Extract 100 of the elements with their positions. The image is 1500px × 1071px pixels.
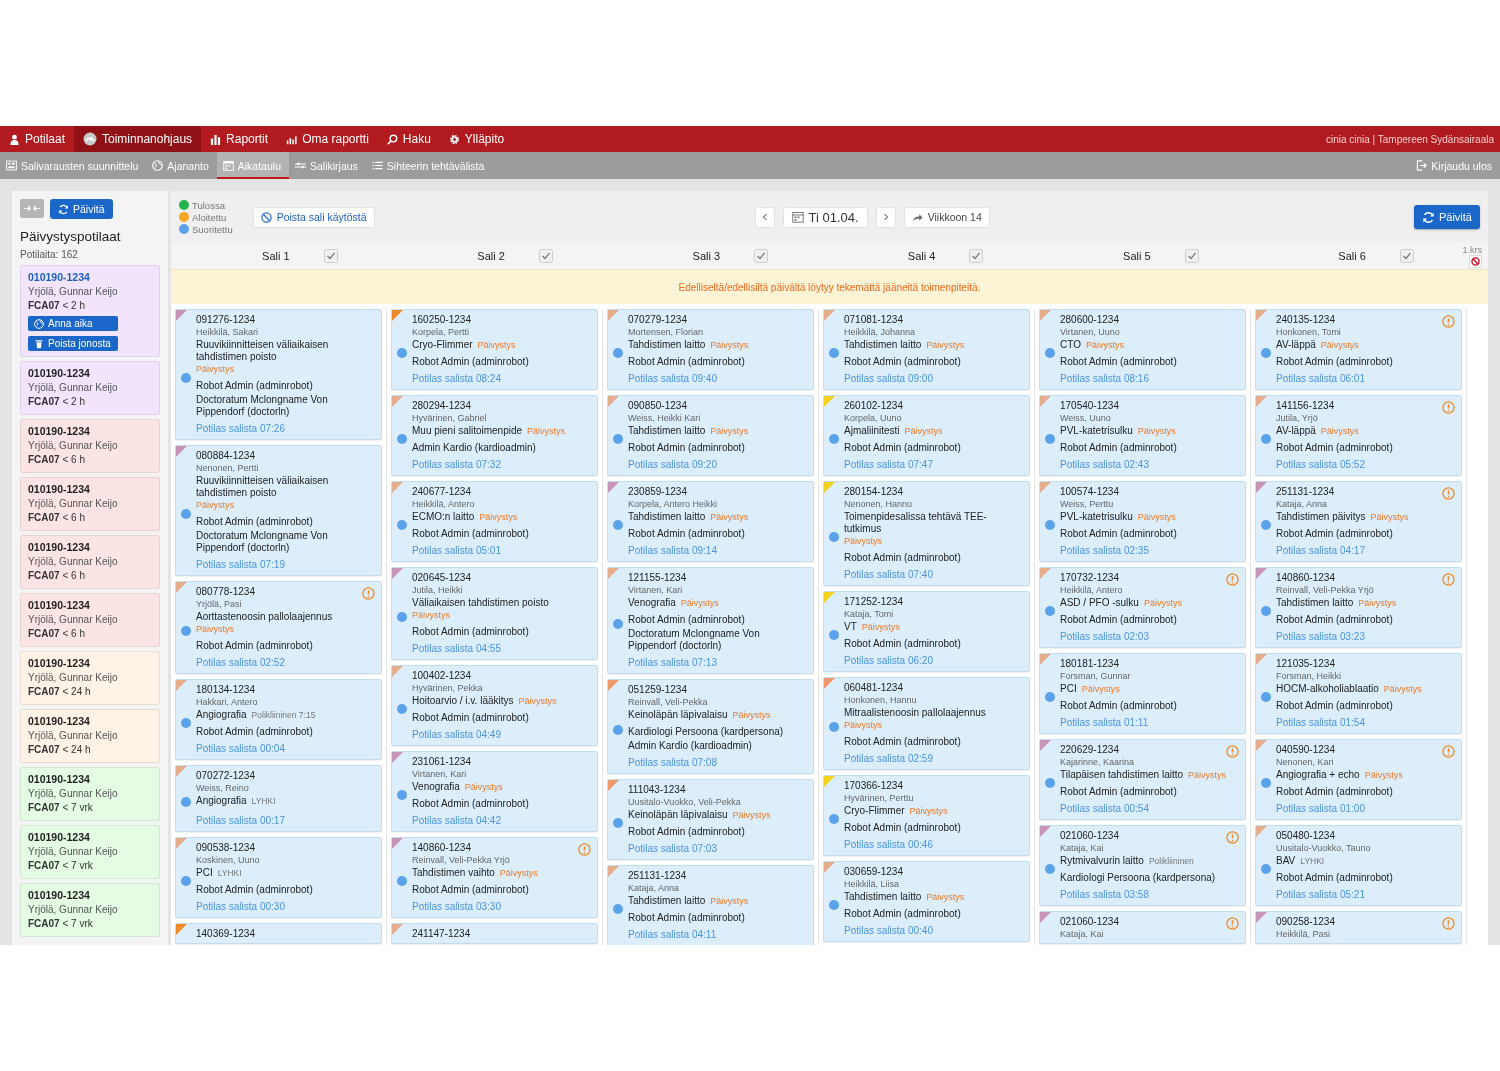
procedure-card[interactable]: 170732-1234 Heikkilä, Antero ASD / PFO -sulku Päivystys Robot Admin (adminrobot) Potilas salista 02:03 bbox=[1039, 567, 1246, 648]
procedure-card[interactable]: 251131-1234 Kataja, Anna Tahdistimen päivitys Päivystys Robot Admin (adminrobot) Potilas salista 04:17 bbox=[1255, 481, 1462, 562]
queue-patient-card[interactable]: 010190-1234 Yrjölä, Gunnar Keijo FCA07 < 24 h bbox=[20, 651, 160, 705]
queue-patient-card[interactable]: 010190-1234 Yrjölä, Gunnar Keijo FCA07 < 7 vrk bbox=[20, 767, 160, 821]
procedure-card[interactable]: 090538-1234 Koskinen, Uuno PCI LYHKI Robot Admin (adminrobot) Potilas salista 00:30 bbox=[175, 837, 382, 918]
staff-name: Robot Admin (adminrobot) bbox=[1276, 700, 1393, 712]
procedure-card[interactable]: 171252-1234 Kataja, Tomi VT Päivystys Robot Admin (adminrobot) Potilas salista 06:20 bbox=[823, 591, 1030, 672]
procedure-card[interactable]: 070279-1234 Mortensen, Florian Tahdistimen laitto Päivystys Robot Admin (adminrobot) Potilas salista 09:40 bbox=[607, 309, 814, 390]
procedure-card[interactable]: 260102-1234 Korpela, Uuno Ajmaliinitesti Päivystys Robot Admin (adminrobot) Potilas salista 07:47 bbox=[823, 395, 1030, 476]
procedure-card[interactable]: 240135-1234 Honkonen, Tomi AV-läppä Päivystys Robot Admin (adminrobot) Potilas salista 06:01 bbox=[1255, 309, 1462, 390]
departure-time: Potilas salista 02:03 bbox=[1060, 630, 1149, 643]
procedure-name: VT bbox=[844, 621, 857, 633]
priority-label: Päivystys bbox=[1370, 511, 1409, 523]
procedure-card[interactable]: 180134-1234 Hakkari, Antero Angiografia Polikliininen 7:15 Robot Admin (adminrobot) Potilas salista 00:04 bbox=[175, 679, 382, 760]
staff-name: Robot Admin (adminrobot) bbox=[1276, 356, 1393, 368]
status-dot bbox=[1261, 606, 1271, 616]
procedure-card[interactable]: 021060-1234 Kataja, Kai Rytmivalvurin laitto Polikliininen Kardiologi Persoona (kardpersona) Potilas salista 03:58 bbox=[1039, 825, 1246, 906]
procedure-card[interactable]: 230859-1234 Korpela, Antero Heikki Tahdistimen laitto Päivystys Robot Admin (adminrobot) Potilas salista 09:14 bbox=[607, 481, 814, 562]
room-checkbox[interactable] bbox=[1399, 249, 1414, 263]
queue-patient-card[interactable]: 010190-1234 Yrjölä, Gunnar Keijo FCA07 < 2 h bbox=[20, 361, 160, 415]
room-checkbox[interactable] bbox=[538, 249, 553, 263]
disable-floor-button[interactable] bbox=[1469, 254, 1482, 268]
room-checkbox[interactable] bbox=[1184, 249, 1199, 263]
remove-from-queue-button[interactable]: Poista jonosta bbox=[28, 336, 118, 351]
staff-name: Kardiologi Persoona (kardpersona) bbox=[628, 726, 784, 738]
previous-day-button[interactable] bbox=[754, 206, 775, 228]
priority-label: Päivystys bbox=[196, 623, 234, 635]
procedure-card[interactable]: 170540-1234 Weiss, Uuno PVL-katetrisulku Päivystys Robot Admin (adminrobot) Potilas salista 02:43 bbox=[1039, 395, 1246, 476]
nav-tab[interactable]: Potilaat bbox=[0, 126, 75, 152]
procedure-card[interactable]: 020645-1234 Jutila, Heikki Väliaikaisen tahdistimen poisto Päivystys Robot Admin (adminrobot) Potilas salista 04:55 bbox=[391, 567, 598, 660]
next-day-button[interactable] bbox=[875, 206, 896, 228]
staff-name: Robot Admin (adminrobot) bbox=[844, 908, 961, 920]
procedure-card[interactable]: 170366-1234 Hyvärinen, Perttu Cryo-Flimmer Päivystys Robot Admin (adminrobot) Potilas salista 00:46 bbox=[823, 775, 1030, 856]
date-picker[interactable]: Ti 01.04. bbox=[782, 206, 868, 228]
departure-time: Potilas salista 00:54 bbox=[1060, 802, 1149, 815]
priority-label: Päivystys bbox=[710, 339, 749, 351]
staff-name: Robot Admin (adminrobot) bbox=[628, 826, 745, 838]
procedure-card[interactable]: 091276-1234 Heikkilä, Sakari Ruuvikiinnitteisen väliaikaisen tahdistimen poisto Päivystys Robot Admin (adminrobot) Doctoratum Mclongname Von Pippendorf (doctorln) Potilas salista 07:26 bbox=[175, 309, 382, 440]
procedure-card[interactable]: 231061-1234 Virtanen, Kari Venografia Päivystys Robot Admin (adminrobot) Potilas salista 04:42 bbox=[391, 751, 598, 832]
procedure-card[interactable]: 100402-1234 Hyvärinen, Pekka Hoitoarvio / i.v. lääkitys Päivystys Robot Admin (adminrobot) Potilas salista 04:49 bbox=[391, 665, 598, 746]
queue-patient-card[interactable]: 010190-1234 Yrjölä, Gunnar Keijo FCA07 < 6 h bbox=[20, 419, 160, 473]
disable-room-button[interactable]: Poista sali käytöstä bbox=[252, 206, 375, 228]
procedure-card[interactable]: 140369-1234 bbox=[175, 923, 382, 944]
week-view-button[interactable]: Viikkoon 14 bbox=[903, 206, 990, 228]
procedure-card[interactable]: 021060-1234 Kataja, Kai bbox=[1039, 911, 1246, 944]
queue-patient-card[interactable]: 010190-1234 Yrjölä, Gunnar Keijo FCA07 < 6 h bbox=[20, 593, 160, 647]
refresh-button[interactable]: Päivitä bbox=[50, 199, 113, 219]
procedure-card[interactable]: 040590-1234 Nenonen, Kari Angiografia + echo Päivystys Robot Admin (adminrobot) Potilas salista 01:00 bbox=[1255, 739, 1462, 820]
procedure-card[interactable]: 180181-1234 Forsman, Gunnar PCI Päivystys Robot Admin (adminrobot) Potilas salista 01:11 bbox=[1039, 653, 1246, 734]
procedure-card[interactable]: 090850-1234 Weiss, Heikki Kari Tahdistimen laitto Päivystys Robot Admin (adminrobot) Potilas salista 09:20 bbox=[607, 395, 814, 476]
procedure-card[interactable]: 060481-1234 Honkonen, Hannu Mitraalistenoosin pallolaajennus Päivystys Robot Admin (adminrobot) Potilas salista 02:59 bbox=[823, 677, 1030, 770]
status-dot bbox=[397, 434, 407, 444]
procedure-card[interactable]: 070272-1234 Weiss, Reino Angiografia LYHKI Potilas salista 00:17 bbox=[175, 765, 382, 832]
procedure-card[interactable]: 140860-1234 Reinvall, Veli-Pekka Yrjö Tahdistimen laitto Päivystys Robot Admin (adminrobot) Potilas salista 03:23 bbox=[1255, 567, 1462, 648]
collapse-button[interactable] bbox=[20, 199, 44, 218]
room-checkbox[interactable] bbox=[969, 249, 984, 263]
procedure-card[interactable]: 240677-1234 Heikkilä, Antero ECMO:n laitto Päivystys Robot Admin (adminrobot) Potilas salista 05:01 bbox=[391, 481, 598, 562]
queue-patient-card[interactable]: 010190-1234 Yrjölä, Gunnar Keijo FCA07 < 24 h bbox=[20, 709, 160, 763]
status-dot bbox=[829, 630, 839, 640]
patient-id: 140369-1234 bbox=[196, 927, 255, 940]
procedure-card[interactable]: 080884-1234 Nenonen, Pertti Ruuvikiinnitteisen väliaikaisen tahdistimen poisto Päivystys Robot Admin (adminrobot) Doctoratum Mclongname Von Pippendorf (doctorln) Potilas salista 07:19 bbox=[175, 445, 382, 576]
procedure-name: Tahdistimen laitto bbox=[628, 339, 706, 351]
procedure-card[interactable]: 160250-1234 Korpela, Pertti Cryo-Flimmer Päivystys Robot Admin (adminrobot) Potilas salista 08:24 bbox=[391, 309, 598, 390]
priority-label: Päivystys bbox=[710, 425, 749, 437]
queue-patient-card[interactable]: 010190-1234 Yrjölä, Gunnar Keijo FCA07 < 7 vrk bbox=[20, 825, 160, 879]
refresh-button[interactable]: Päivitä bbox=[1413, 205, 1480, 229]
procedure-card[interactable]: 121035-1234 Forsman, Heikki HOCM-alkoholiablaatio Päivystys Robot Admin (adminrobot) Potilas salista 01:54 bbox=[1255, 653, 1462, 734]
departure-time: Potilas salista 01:11 bbox=[1060, 716, 1149, 729]
procedure-card[interactable]: 241147-1234 bbox=[391, 923, 598, 944]
queue-patient-card[interactable]: 010190-1234 Yrjölä, Gunnar Keijo FCA07 < 6 h bbox=[20, 477, 160, 531]
procedure-card[interactable]: 111043-1234 Uusitalo-Vuokko, Veli-Pekka Keinoläpän läpivalaisu Päivystys Robot Admin (adminrobot) Potilas salista 07:03 bbox=[607, 779, 814, 860]
staff-name: Robot Admin (adminrobot) bbox=[196, 516, 313, 528]
room-checkbox[interactable] bbox=[754, 249, 769, 263]
procedure-card[interactable]: 140860-1234 Reinvall, Veli-Pekka Yrjö Tahdistimen vaihto Päivystys Robot Admin (adminrobot) Potilas salista 03:30 bbox=[391, 837, 598, 918]
queue-patient-card[interactable]: 010190-1234 Yrjölä, Gunnar Keijo FCA07 < 6 h bbox=[20, 535, 160, 589]
patient-id: 231061-1234 bbox=[412, 755, 471, 768]
queue-patient-card[interactable]: 010190-1234 Yrjölä, Gunnar Keijo FCA07 < 7 vrk bbox=[20, 883, 160, 937]
procedure-card[interactable]: 220629-1234 Kajarinne, Kaarina Tilapäisen tahdistimen laitto Päivystys Robot Admin (adminrobot) Potilas salista 00:54 bbox=[1039, 739, 1246, 820]
schedule-button[interactable]: Anna aika bbox=[28, 316, 118, 331]
procedure-card[interactable]: 071081-1234 Heikkilä, Johanna Tahdistimen laitto Päivystys Robot Admin (adminrobot) Potilas salista 09:00 bbox=[823, 309, 1030, 390]
procedure-card[interactable]: 121155-1234 Virtanen, Kari Venografia Päivystys Robot Admin (adminrobot) Doctoratum Mclongname Von Pippendorf (doctorln) Potilas salista 07:13 bbox=[607, 567, 814, 674]
procedure-card[interactable]: 280294-1234 Hyvärinen, Gabriel Muu pieni salitoimenpide Päivystys Admin Kardio (kardioadmin) Potilas salista 07:32 bbox=[391, 395, 598, 476]
room-checkbox[interactable] bbox=[323, 249, 338, 263]
nav-tab[interactable]: Toiminnanohjaus bbox=[74, 126, 202, 152]
nav-tab[interactable]: Ylläpito bbox=[439, 126, 514, 152]
settings-icon bbox=[448, 133, 460, 145]
procedure-card[interactable]: 251131-1234 Kataja, Anna Tahdistimen laitto Päivystys Robot Admin (adminrobot) Potilas salista 04:11 bbox=[607, 865, 814, 945]
procedure-card[interactable]: 090258-1234 Heikkilä, Pasi bbox=[1255, 911, 1462, 944]
procedure-card[interactable]: 280600-1234 Virtanen, Uuno CTO Päivystys Robot Admin (adminrobot) Potilas salista 08:16 bbox=[1039, 309, 1246, 390]
procedure-card[interactable]: 100574-1234 Weiss, Perttu PVL-katetrisulku Päivystys Robot Admin (adminrobot) Potilas salista 02:35 bbox=[1039, 481, 1246, 562]
procedure-card[interactable]: 080778-1234 Yrjölä, Pasi Aorttastenoosin pallolaajennus Päivystys Robot Admin (adminrobot) Potilas salista 02:52 bbox=[175, 581, 382, 674]
procedure-card[interactable]: 050480-1234 Uusitalo-Vuokko, Tauno BAV LYHKI Robot Admin (adminrobot) Potilas salista 05:21 bbox=[1255, 825, 1462, 906]
procedure-card[interactable]: 141156-1234 Jutila, Yrjö AV-läppä Päivystys Robot Admin (adminrobot) Potilas salista 05:52 bbox=[1255, 395, 1462, 476]
queue-patient-card[interactable]: 010190-1234 Yrjölä, Gunnar Keijo FCA07 < 2 h Anna aika Poista jonosta bbox=[20, 265, 160, 357]
nav-tab[interactable]: Raportit bbox=[201, 126, 278, 152]
procedure-card[interactable]: 280154-1234 Nenonen, Hannu Toimenpidesalissa tehtävä TEE-tutkimus Päivystys Robot Admin (adminrobot) Potilas salista 07:40 bbox=[823, 481, 1030, 586]
procedure-card[interactable]: 030659-1234 Heikkilä, Liisa Tahdistimen laitto Päivystys Robot Admin (adminrobot) Potilas salista 00:40 bbox=[823, 861, 1030, 942]
nav-tab[interactable]: Oma raportti bbox=[277, 126, 378, 152]
procedure-card[interactable]: 051259-1234 Reinvall, Veli-Pekka Keinoläpän läpivalaisu Päivystys Kardiologi Persoona (kardpersona) Admin Kardio (kardioadmin) Potilas salista 07:08 bbox=[607, 679, 814, 774]
nav-tab[interactable]: Haku bbox=[377, 126, 440, 152]
